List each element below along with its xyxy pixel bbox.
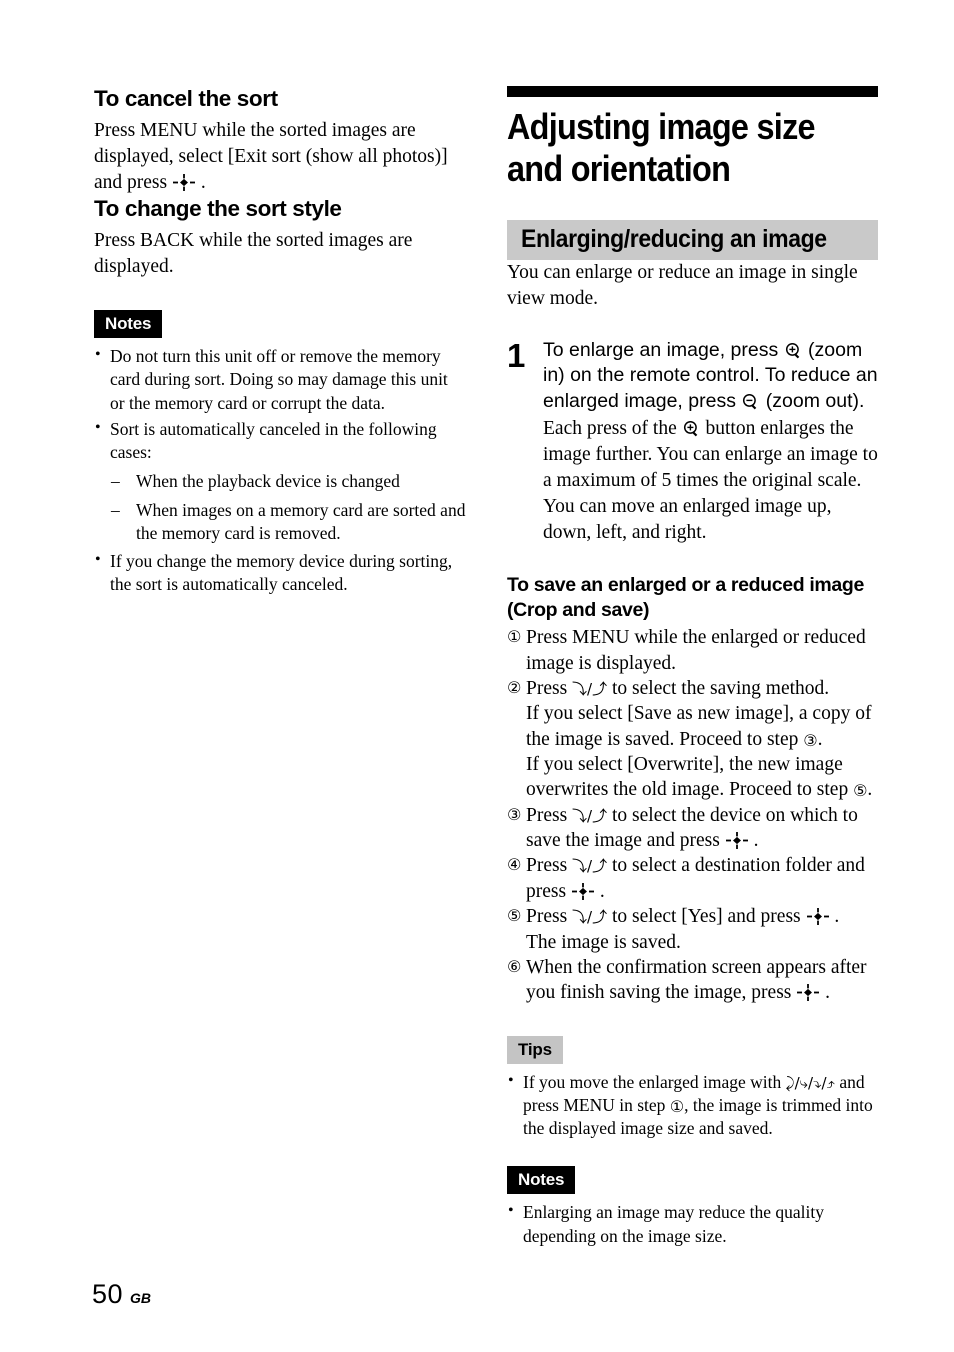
section-intro-paragraph: You can enlarge or reduce an image in si…: [507, 262, 858, 309]
arrow-down-up-icon: ⤵/⤴: [572, 680, 608, 699]
step-detail-a: Each press of the: [543, 417, 682, 439]
page-number: 50: [92, 1279, 124, 1309]
tips-badge: Tips: [507, 1035, 563, 1064]
step6-text-c: .: [820, 982, 830, 1004]
circled-number-2: ②: [507, 678, 522, 698]
notes-list-right: Enlarging an image may reduce the qualit…: [507, 1200, 878, 1248]
circled-number-5: ⑤: [507, 906, 522, 926]
list-item: Enlarging an image may reduce the qualit…: [507, 1200, 878, 1248]
page-footer: 50 GB: [92, 1279, 151, 1310]
step5-text-b: to select [Yes] and press: [607, 906, 806, 928]
enter-dpad-icon: [172, 174, 195, 192]
left-column: To cancel the sort Press MENU while the …: [94, 86, 466, 600]
arrow-four-direction-icon: ⤸/⤷/⤵/⤴: [785, 1073, 835, 1092]
list-item: When images on a memory card are sorted …: [110, 499, 466, 546]
right-column: Adjusting image size and orientation Enl…: [507, 86, 878, 1251]
notes-sublist-left: When the playback device is changed When…: [110, 470, 466, 545]
step2-text-b: to select the saving method.: [607, 678, 830, 700]
step-detail-text: Each press of the button enlarges the im…: [543, 416, 878, 546]
heading-crop-and-save: To save an enlarged or a reduced image (…: [507, 574, 864, 622]
tips-list: If you move the enlarged image with ⤸/⤷/…: [507, 1070, 878, 1141]
step5-text-c: .: [829, 906, 840, 928]
step-number: 1: [507, 336, 526, 374]
step4-text-a: Press: [526, 855, 573, 877]
heading-to-change-the-sort-style: To change the sort style: [94, 195, 342, 221]
notes-badge-right: Notes: [507, 1166, 576, 1195]
step-body: To enlarge an image, press (zoom in) on …: [543, 338, 878, 546]
step2-continuation-2: If you select [Overwrite], the new image…: [526, 752, 878, 803]
page-title: Adjusting image size and orientation: [507, 106, 816, 189]
list-item-label: Press ⤵/⤴ to select the device on which …: [526, 803, 878, 854]
zoom-in-magnifier-icon: [785, 342, 802, 359]
step2-cont2-b: .: [867, 779, 873, 801]
notes-badge-left: Notes: [94, 309, 163, 338]
list-item: ⑥ When the confirmation screen appears a…: [507, 955, 878, 1006]
zoom-in-magnifier-icon: [683, 420, 700, 437]
notes-badge-wrap-left: Notes: [94, 309, 466, 338]
circled-number-1: ①: [669, 1096, 685, 1116]
notes-badge-wrap-right: Notes: [507, 1166, 878, 1195]
notes-list-left: Do not turn this unit off or remove the …: [94, 344, 466, 597]
step-lead-text: To enlarge an image, press (zoom in) on …: [543, 338, 878, 414]
step2-continuation-1: If you select [Save as new image], a cop…: [526, 701, 878, 752]
tips-badge-wrap: Tips: [507, 1035, 878, 1064]
step3-text-a: Press: [526, 804, 573, 826]
step4-text-c: .: [594, 880, 605, 902]
list-item: Sort is automatically canceled in the fo…: [94, 417, 466, 545]
circled-number-6: ⑥: [507, 956, 522, 976]
enter-dpad-icon: [725, 832, 748, 850]
circled-number-4: ④: [507, 855, 522, 875]
list-item: ② Press ⤵/⤴ to select the saving method.: [507, 676, 878, 701]
circled-number-3: ③: [507, 804, 522, 824]
enter-dpad-icon: [571, 882, 594, 900]
enter-dpad-icon: [797, 984, 820, 1002]
list-item-label: Press MENU while the enlarged or reduced…: [526, 627, 866, 674]
step3-text-c: .: [748, 830, 759, 852]
numbered-step-1: 1 To enlarge an image, press (zoom in) o…: [507, 338, 878, 546]
circled-number-5: ⑤: [853, 781, 868, 801]
step5-text-a: Press: [526, 906, 573, 928]
section-band-title: Enlarging/reducing an image: [521, 224, 827, 253]
paragraph-cancel-sort-text-b: .: [195, 172, 206, 194]
paragraph-cancel-sort-text-a: Press MENU while the sorted images are d…: [94, 120, 448, 194]
step-lead-c: (zoom out).: [760, 389, 865, 412]
list-item-label: Sort is automatically canceled in the fo…: [110, 418, 437, 463]
arrow-down-up-icon: ⤵/⤴: [572, 806, 608, 825]
arrow-down-up-icon: ⤵/⤴: [572, 857, 608, 876]
list-item-label: When the confirmation screen appears aft…: [526, 955, 878, 1006]
tips-text-a: If you move the enlarged image with: [523, 1071, 786, 1092]
list-item: ① Press MENU while the enlarged or reduc…: [507, 625, 878, 676]
paragraph-change-sort-style: Press BACK while the sorted images are d…: [94, 230, 413, 278]
enter-dpad-icon: [806, 908, 829, 926]
circled-number-3: ③: [803, 730, 818, 750]
arrow-down-up-icon: ⤵/⤴: [572, 908, 608, 927]
document-page: To cancel the sort Press MENU while the …: [0, 0, 954, 1352]
paragraph-cancel-sort: Press MENU while the sorted images are d…: [94, 118, 466, 196]
chapter-rule: [507, 86, 878, 97]
list-item-label: Press ⤵/⤴ to select [Yes] and press .: [526, 904, 878, 929]
list-item: ③ Press ⤵/⤴ to select the device on whic…: [507, 803, 878, 854]
list-item-label: Press ⤵/⤴ to select the saving method.: [526, 676, 878, 701]
step2-cont2-a: If you select [Overwrite], the new image…: [526, 754, 854, 801]
list-item: ⑤ Press ⤵/⤴ to select [Yes] and press .: [507, 904, 878, 929]
step-lead-a: To enlarge an image, press: [543, 338, 784, 361]
step5-continuation-1: The image is saved.: [526, 931, 681, 953]
list-item-label: Press ⤵/⤴ to select a destination folder…: [526, 853, 878, 904]
list-item: If you move the enlarged image with ⤸/⤷/…: [507, 1070, 878, 1141]
list-item: Do not turn this unit off or remove the …: [94, 344, 466, 415]
section-band: Enlarging/reducing an image: [507, 219, 878, 260]
page-number-suffix: GB: [130, 1290, 152, 1306]
list-item: ④ Press ⤵/⤴ to select a destination fold…: [507, 853, 878, 904]
circled-number-1: ①: [507, 627, 522, 647]
step2-cont1-b: .: [817, 728, 823, 750]
step2-text-a: Press: [526, 678, 573, 700]
list-item: When the playback device is changed: [110, 470, 466, 494]
crop-save-step-list: ① Press MENU while the enlarged or reduc…: [507, 625, 878, 1005]
list-item: If you change the memory device during s…: [94, 549, 466, 597]
zoom-out-magnifier-icon: [742, 393, 759, 410]
heading-to-cancel-the-sort: To cancel the sort: [94, 86, 278, 111]
